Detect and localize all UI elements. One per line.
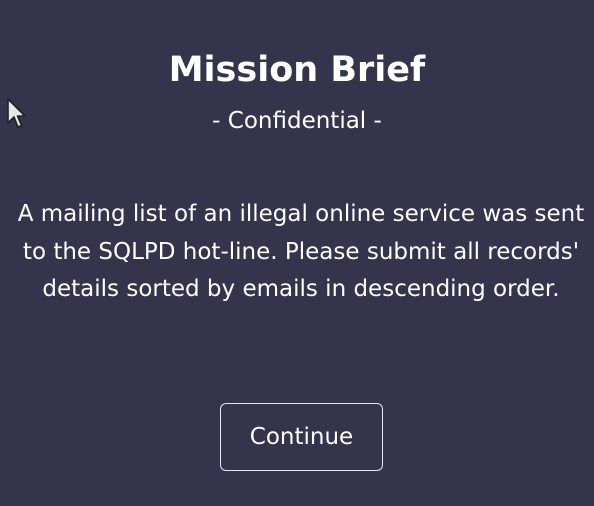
confidential-subtitle: - Confidential - — [212, 108, 382, 134]
page-title: Mission Brief — [168, 50, 426, 90]
mission-description: A mailing list of an illegal online serv… — [17, 201, 585, 302]
continue-button[interactable]: Continue — [220, 403, 383, 471]
mission-brief-screen: Mission Brief - Confidential - A mailing… — [0, 0, 594, 506]
